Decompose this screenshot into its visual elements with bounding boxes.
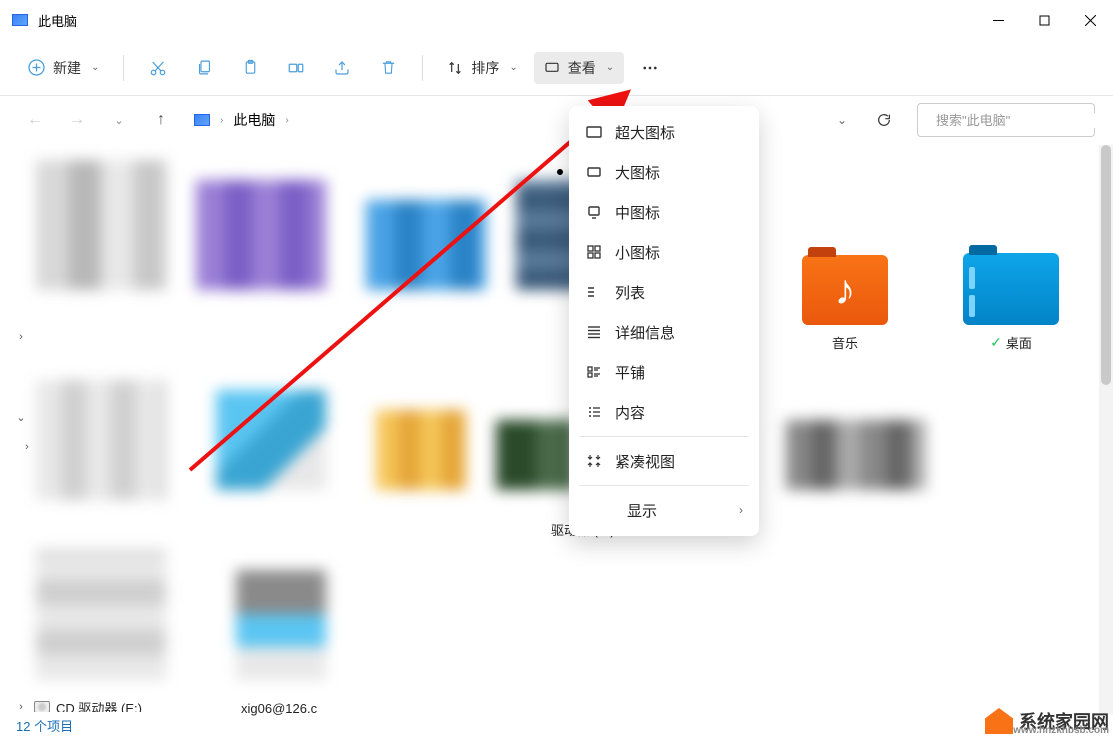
copy-button[interactable]	[184, 48, 224, 88]
chevron-right-icon: ›	[220, 115, 223, 126]
back-button[interactable]: ←	[18, 103, 52, 137]
clipboard-icon	[242, 59, 259, 76]
paste-button[interactable]	[230, 48, 270, 88]
chevron-down-icon: ⌄	[91, 62, 99, 73]
share-button[interactable]	[322, 48, 362, 88]
scroll-thumb[interactable]	[1101, 145, 1111, 385]
plus-circle-icon	[28, 59, 45, 76]
view-menu-tiles[interactable]: 平铺	[569, 352, 759, 392]
view-icon	[544, 60, 560, 76]
view-menu-show[interactable]: 显示 ›	[569, 490, 759, 530]
watermark-house-icon	[985, 708, 1013, 734]
monitor-icon	[585, 204, 603, 220]
search-input[interactable]	[936, 113, 1112, 128]
delete-button[interactable]	[368, 48, 408, 88]
content-icon	[585, 404, 603, 420]
this-pc-icon	[194, 114, 210, 126]
tiles-icon	[585, 364, 603, 380]
music-folder-icon: ♪	[802, 255, 888, 325]
address-dropdown-button[interactable]: ⌄	[825, 103, 859, 137]
view-menu-small-icons[interactable]: 小图标	[569, 232, 759, 272]
view-menu-extra-large-icons[interactable]: 超大图标	[569, 112, 759, 152]
separator	[123, 55, 124, 81]
chevron-right-icon: ›	[739, 503, 743, 517]
status-item-count: 12 个项目	[16, 716, 73, 735]
menu-separator	[579, 436, 749, 437]
item-label: ✓桌面	[990, 333, 1032, 352]
rename-button[interactable]	[276, 48, 316, 88]
recent-button[interactable]: ⌄	[102, 103, 136, 137]
refresh-button[interactable]	[867, 103, 901, 137]
watermark: 系统家园网 www.hnzkhbsb.com	[985, 708, 1109, 734]
rename-icon	[287, 59, 305, 77]
toolbar: 新建 ⌄ 排序 ⌄ 查看 ⌄	[0, 40, 1113, 96]
statusbar: 12 个项目	[0, 712, 89, 738]
view-dropdown-menu: 超大图标 大图标 中图标 小图标 列表 详细信息 平铺 内容 紧凑视图 显示 ›	[569, 106, 759, 536]
copy-icon	[196, 59, 213, 76]
list-lines-icon	[585, 324, 603, 340]
view-label: 查看	[568, 58, 596, 78]
breadcrumb-root[interactable]: 此电脑	[233, 110, 275, 130]
separator	[422, 55, 423, 81]
sort-label: 排序	[471, 58, 499, 78]
up-button[interactable]: ↑	[144, 103, 178, 137]
more-button[interactable]	[630, 48, 670, 88]
bullet-selected-icon	[557, 169, 563, 175]
view-menu-medium-icons[interactable]: 中图标	[569, 192, 759, 232]
sort-icon	[447, 60, 463, 76]
chevron-down-icon: ⌄	[509, 62, 517, 73]
check-icon: ✓	[990, 334, 1002, 351]
sort-button[interactable]: 排序 ⌄	[437, 52, 527, 84]
list-short-icon	[585, 284, 603, 300]
item-desktop-folder[interactable]: ✓桌面	[949, 202, 1073, 362]
item-label: 音乐	[832, 333, 858, 352]
item-label-email: xig06@126.c	[241, 701, 317, 716]
menu-separator	[579, 485, 749, 486]
cut-button[interactable]	[138, 48, 178, 88]
view-menu-content[interactable]: 内容	[569, 392, 759, 432]
item-music-folder[interactable]: ♪ 音乐	[783, 202, 907, 362]
vertical-scrollbar[interactable]	[1099, 145, 1113, 715]
close-button[interactable]	[1067, 4, 1113, 36]
this-pc-icon	[12, 14, 28, 26]
chevron-down-icon: ⌄	[606, 62, 614, 73]
window-controls	[975, 4, 1113, 36]
rect-medium-icon	[585, 164, 603, 180]
view-menu-list[interactable]: 列表	[569, 272, 759, 312]
forward-button[interactable]: →	[60, 103, 94, 137]
watermark-url: www.hnzkhbsb.com	[1013, 725, 1109, 736]
desktop-folder-icon	[963, 253, 1059, 325]
view-menu-large-icons[interactable]: 大图标	[569, 152, 759, 192]
view-button[interactable]: 查看 ⌄	[534, 52, 624, 84]
rect-large-icon	[585, 124, 603, 140]
trash-icon	[380, 59, 397, 76]
compact-icon	[585, 453, 603, 469]
view-menu-compact[interactable]: 紧凑视图	[569, 441, 759, 481]
music-note-icon: ♪	[835, 266, 856, 314]
navbar: ← → ⌄ ↑ › 此电脑 › ⌄	[0, 96, 1113, 144]
titlebar: 此电脑	[0, 0, 1113, 40]
new-label: 新建	[53, 58, 81, 78]
chevron-right-icon: ›	[285, 115, 288, 126]
minimize-button[interactable]	[975, 4, 1021, 36]
search-box[interactable]	[917, 103, 1095, 137]
maximize-button[interactable]	[1021, 4, 1067, 36]
new-button[interactable]: 新建 ⌄	[18, 52, 109, 84]
grid-icon	[585, 244, 603, 260]
refresh-icon	[876, 112, 892, 128]
scissors-icon	[149, 59, 167, 77]
ellipsis-icon	[641, 59, 659, 77]
share-icon	[333, 59, 351, 77]
view-menu-details[interactable]: 详细信息	[569, 312, 759, 352]
window-title: 此电脑	[38, 11, 975, 30]
